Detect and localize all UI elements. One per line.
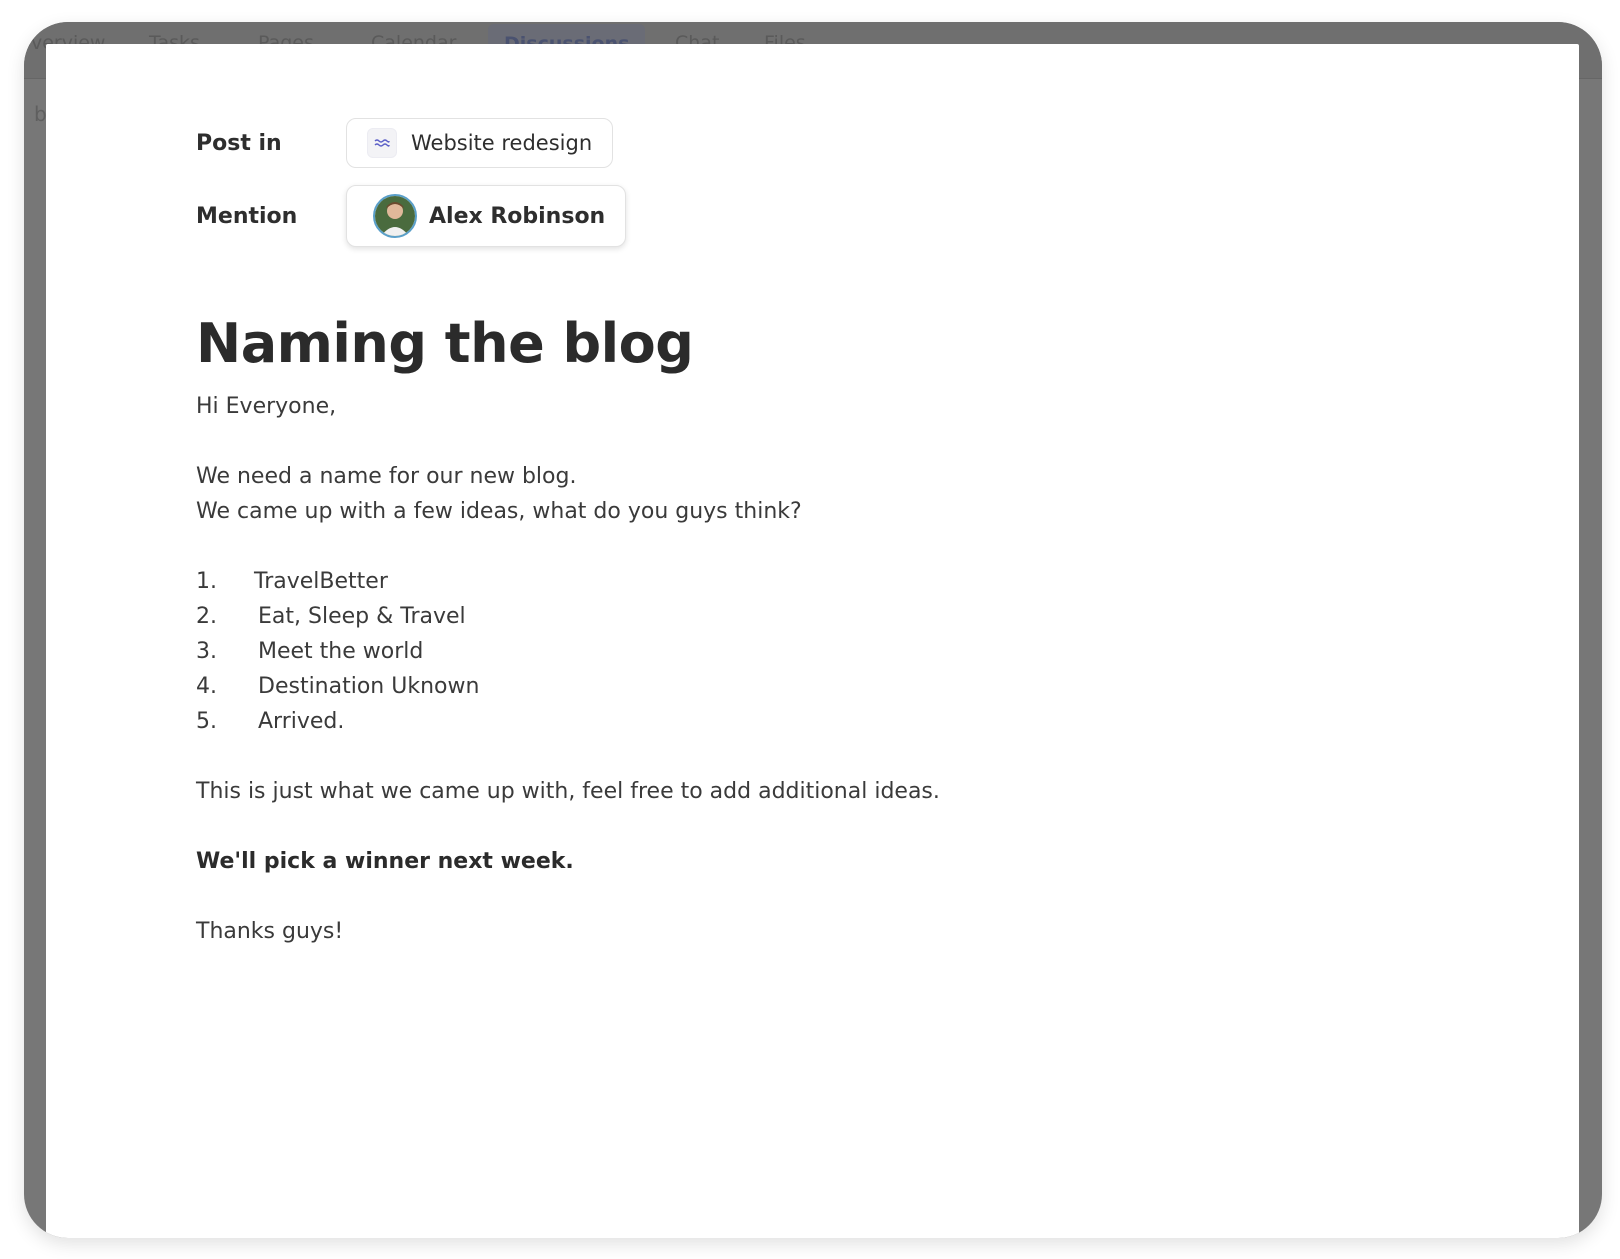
- list-number: 2.: [196, 604, 217, 629]
- mention-label: Mention: [196, 203, 298, 229]
- post-in-row: Post in Website redesign: [196, 118, 614, 168]
- list-number: 5.: [196, 709, 217, 734]
- project-selector[interactable]: Website redesign: [346, 118, 614, 168]
- closing-text: This is just what we came up with, feel …: [196, 779, 940, 804]
- list-number: 4.: [196, 674, 217, 699]
- mention-name: Alex Robinson: [429, 203, 606, 229]
- list-text: Arrived.: [258, 709, 345, 734]
- mention-row: Mention Alex Robinson: [196, 185, 627, 247]
- list-number: 1.: [196, 569, 217, 594]
- list-item: 2. Eat, Sleep & Travel: [196, 599, 940, 634]
- post-in-label: Post in: [196, 130, 282, 156]
- list-text: Destination Uknown: [258, 674, 480, 699]
- list-item: 1. TravelBetter: [196, 564, 940, 599]
- list-number: 3.: [196, 639, 217, 664]
- discussion-modal: Post in Website redesign Mention Alex Ro…: [46, 44, 1579, 1238]
- body-line-2: We came up with a few ideas, what do you…: [196, 499, 802, 524]
- signoff-text: Thanks guys!: [196, 919, 344, 944]
- list-item: 4. Destination Uknown: [196, 669, 940, 704]
- list-item: 3. Meet the world: [196, 634, 940, 669]
- list-item: 5. Arrived.: [196, 704, 940, 739]
- project-waves-icon: [367, 128, 397, 158]
- app-window: Overview Tasks Pages Calendar Discussion…: [24, 22, 1602, 1238]
- greeting-text: Hi Everyone,: [196, 394, 337, 419]
- list-text: Meet the world: [258, 639, 424, 664]
- discussion-body: Hi Everyone, We need a name for our new …: [196, 389, 940, 949]
- body-line-1: We need a name for our new blog.: [196, 464, 577, 489]
- list-text: TravelBetter: [254, 569, 388, 594]
- avatar: [373, 194, 417, 238]
- bold-announcement: We'll pick a winner next week.: [196, 849, 574, 874]
- background-text: b: [34, 102, 47, 126]
- mention-chip[interactable]: Alex Robinson: [346, 185, 627, 247]
- discussion-title: Naming the blog: [196, 312, 694, 375]
- project-name: Website redesign: [411, 131, 593, 155]
- list-text: Eat, Sleep & Travel: [258, 604, 466, 629]
- ideas-list: 1. TravelBetter 2. Eat, Sleep & Travel 3…: [196, 564, 940, 739]
